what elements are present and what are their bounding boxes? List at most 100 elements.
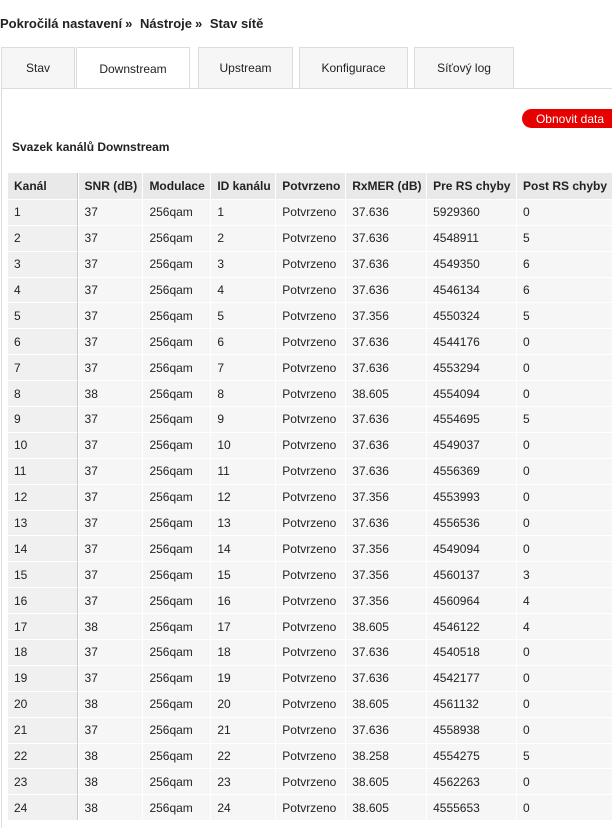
cell-pre-rs-errors: 4558938 (426, 716, 517, 743)
cell-locked: Potvrzeno (275, 742, 346, 769)
cell-rxmer: 38.605 (345, 794, 427, 821)
cell-post-rs-errors: 0 (516, 483, 612, 510)
table-row: 12 37 256qam 12 Potvrzeno 37.356 4553993 0 (8, 483, 612, 510)
cell-snr: 37 (77, 354, 143, 381)
cell-channel: 14 (8, 535, 78, 562)
cell-channel-id: 21 (210, 716, 276, 743)
cell-post-rs-errors: 5 (516, 224, 612, 251)
cell-snr: 37 (77, 431, 143, 458)
cell-rxmer: 37.636 (345, 664, 427, 691)
tab-downstream[interactable]: Downstream (76, 47, 190, 90)
cell-post-rs-errors: 0 (516, 716, 612, 743)
refresh-data-button[interactable]: Obnovit data (522, 109, 612, 128)
cell-channel-id: 13 (210, 509, 276, 536)
cell-pre-rs-errors: 4546134 (426, 276, 517, 303)
cell-pre-rs-errors: 4549350 (426, 250, 517, 277)
table-row: 5 37 256qam 5 Potvrzeno 37.356 4550324 5 (8, 302, 612, 329)
cell-channel: 24 (8, 794, 78, 821)
cell-snr: 38 (77, 768, 143, 795)
cell-snr: 38 (77, 690, 143, 717)
cell-pre-rs-errors: 5929360 (426, 198, 517, 225)
cell-snr: 38 (77, 380, 143, 407)
downstream-channel-table: Kanál SNR (dB) Modulace ID kanálu Potvrz… (8, 173, 612, 821)
cell-locked: Potvrzeno (275, 794, 346, 821)
cell-modulation: 256qam (142, 406, 211, 432)
breadcrumb-item-tools[interactable]: Nástroje (140, 16, 192, 31)
cell-locked: Potvrzeno (275, 768, 346, 795)
cell-rxmer: 37.356 (345, 483, 427, 510)
cell-locked: Potvrzeno (275, 639, 346, 665)
section-title: Svazek kanálů Downstream (12, 140, 170, 154)
cell-pre-rs-errors: 4556536 (426, 509, 517, 536)
table-row: 8 38 256qam 8 Potvrzeno 38.605 4554094 0 (8, 380, 612, 407)
cell-rxmer: 37.636 (345, 354, 427, 381)
cell-rxmer: 37.356 (345, 587, 427, 614)
cell-channel: 11 (8, 457, 78, 484)
table-row: 3 37 256qam 3 Potvrzeno 37.636 4549350 6 (8, 250, 612, 277)
cell-channel: 12 (8, 483, 78, 510)
table-header-row: Kanál SNR (dB) Modulace ID kanálu Potvrz… (8, 173, 612, 199)
table-row: 14 37 256qam 14 Potvrzeno 37.356 4549094 0 (8, 535, 612, 562)
cell-snr: 38 (77, 742, 143, 769)
cell-channel: 18 (8, 639, 78, 665)
cell-channel: 3 (8, 250, 78, 277)
cell-channel-id: 18 (210, 639, 276, 665)
cell-channel-id: 9 (210, 406, 276, 432)
cell-modulation: 256qam (142, 509, 211, 536)
cell-rxmer: 37.356 (345, 561, 427, 588)
cell-snr: 37 (77, 561, 143, 588)
cell-pre-rs-errors: 4553993 (426, 483, 517, 510)
cell-post-rs-errors: 5 (516, 406, 612, 432)
cell-channel-id: 14 (210, 535, 276, 562)
cell-locked: Potvrzeno (275, 690, 346, 717)
tab-configuration[interactable]: Konfigurace (299, 47, 408, 89)
cell-rxmer: 37.636 (345, 716, 427, 743)
cell-snr: 37 (77, 639, 143, 665)
table-row: 21 37 256qam 21 Potvrzeno 37.636 4558938 0 (8, 716, 612, 743)
cell-rxmer: 38.605 (345, 768, 427, 795)
cell-post-rs-errors: 0 (516, 690, 612, 717)
table-row: 13 37 256qam 13 Potvrzeno 37.636 4556536 0 (8, 509, 612, 536)
cell-channel-id: 12 (210, 483, 276, 510)
cell-channel: 9 (8, 406, 78, 432)
column-header-snr: SNR (dB) (77, 173, 143, 199)
cell-post-rs-errors: 4 (516, 613, 612, 640)
cell-channel: 15 (8, 561, 78, 588)
cell-post-rs-errors: 0 (516, 768, 612, 795)
cell-channel-id: 7 (210, 354, 276, 381)
column-header-channel: Kanál (8, 173, 78, 199)
cell-snr: 37 (77, 406, 143, 432)
cell-pre-rs-errors: 4544176 (426, 328, 517, 355)
cell-channel-id: 2 (210, 224, 276, 251)
cell-modulation: 256qam (142, 328, 211, 355)
tab-status[interactable]: Stav (1, 47, 75, 89)
cell-snr: 37 (77, 587, 143, 614)
cell-channel: 22 (8, 742, 78, 769)
cell-pre-rs-errors: 4549094 (426, 535, 517, 562)
cell-snr: 38 (77, 794, 143, 821)
cell-locked: Potvrzeno (275, 276, 346, 303)
cell-rxmer: 38.258 (345, 742, 427, 769)
cell-rxmer: 37.636 (345, 250, 427, 277)
breadcrumb-item-advanced-settings[interactable]: Pokročilá nastavení (0, 16, 122, 31)
cell-channel: 5 (8, 302, 78, 329)
table-row: 9 37 256qam 9 Potvrzeno 37.636 4554695 5 (8, 406, 612, 432)
breadcrumb-item-network-status: Stav sítě (209, 16, 264, 31)
tab-network-log[interactable]: Síťový log (414, 47, 514, 89)
cell-modulation: 256qam (142, 380, 211, 407)
cell-post-rs-errors: 3 (516, 561, 612, 588)
cell-locked: Potvrzeno (275, 406, 346, 432)
cell-pre-rs-errors: 4556369 (426, 457, 517, 484)
cell-modulation: 256qam (142, 302, 211, 329)
cell-snr: 37 (77, 483, 143, 510)
table-row: 2 37 256qam 2 Potvrzeno 37.636 4548911 5 (8, 224, 612, 251)
cell-channel: 1 (8, 198, 78, 225)
cell-pre-rs-errors: 4554695 (426, 406, 517, 432)
column-header-rxmer: RxMER (dB) (345, 173, 427, 199)
tab-upstream[interactable]: Upstream (198, 47, 293, 89)
cell-modulation: 256qam (142, 224, 211, 251)
cell-pre-rs-errors: 4555653 (426, 794, 517, 821)
table-row: 18 37 256qam 18 Potvrzeno 37.636 4540518 0 (8, 639, 612, 665)
cell-modulation: 256qam (142, 716, 211, 743)
column-header-modulation: Modulace (142, 173, 211, 199)
